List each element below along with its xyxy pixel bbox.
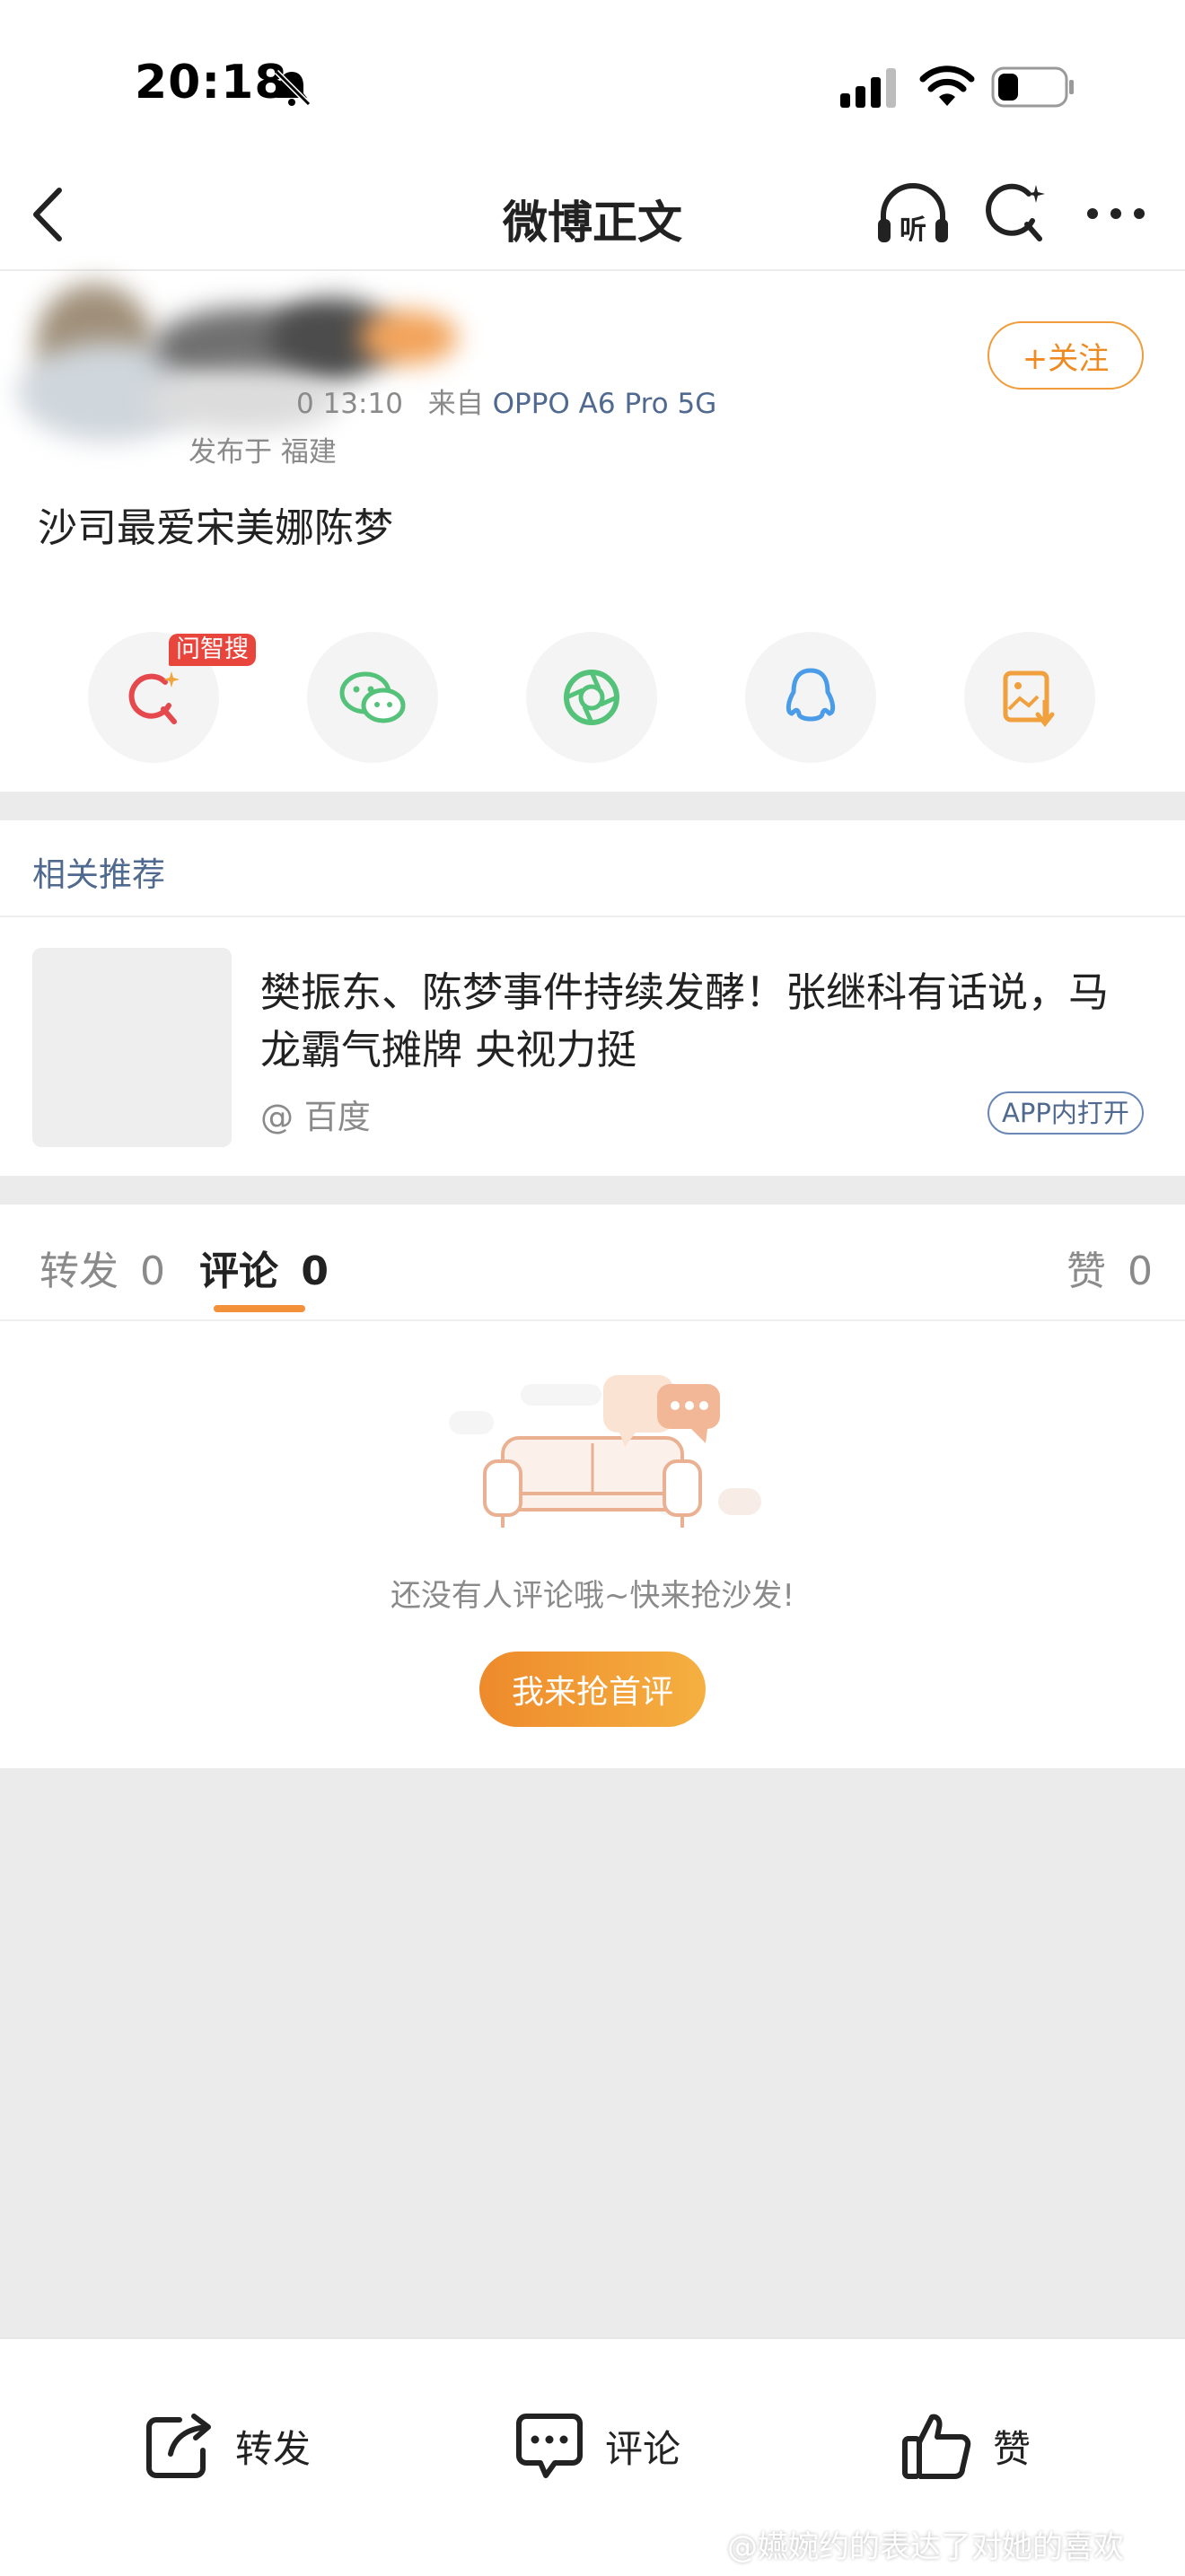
status-time: 20:18 bbox=[135, 56, 288, 110]
tab-count: 0 bbox=[1128, 1249, 1153, 1294]
tab-label: 转发 bbox=[40, 1249, 118, 1294]
repost-icon bbox=[146, 2414, 211, 2478]
ai-search-icon bbox=[128, 671, 180, 724]
related-title[interactable]: 樊振东、陈梦事件持续发酵！张继科有话说，马龙霸气摊牌 央视力挺 bbox=[260, 964, 1122, 1079]
moments-icon bbox=[564, 670, 619, 725]
more-icon[interactable] bbox=[1084, 203, 1147, 224]
tab-comment[interactable]: 评论 0 bbox=[199, 1239, 329, 1296]
tab-repost[interactable]: 转发 0 bbox=[40, 1239, 165, 1296]
like-label: 赞 bbox=[993, 2426, 1031, 2471]
comment-icon bbox=[516, 2414, 583, 2478]
nav-bar: 微博正文 听 bbox=[0, 162, 1185, 271]
status-bar: 20:18 bbox=[0, 0, 1185, 162]
qq-share-button[interactable] bbox=[745, 632, 876, 763]
post-meta: 0 13:10 来自 OPPO A6 Pro 5G bbox=[296, 381, 716, 421]
comment-button[interactable]: 评论 bbox=[514, 2405, 680, 2486]
bell-muted-icon bbox=[274, 69, 312, 107]
related-heading: 相关推荐 bbox=[32, 855, 165, 894]
tab-label: 评论 bbox=[199, 1249, 278, 1294]
save-image-icon bbox=[1003, 670, 1055, 728]
divider bbox=[0, 916, 1185, 917]
svg-text:听: 听 bbox=[900, 215, 926, 246]
cellular-signal-icon bbox=[840, 68, 896, 108]
tab-label: 赞 bbox=[1066, 1249, 1106, 1294]
moments-share-button[interactable] bbox=[526, 632, 657, 763]
ai-search-badge: 问智搜 bbox=[169, 634, 256, 666]
open-in-app-button[interactable]: APP内打开 bbox=[988, 1091, 1144, 1135]
follow-button[interactable]: +关注 bbox=[988, 321, 1144, 390]
search-sparkle-icon[interactable] bbox=[984, 181, 1047, 246]
qq-icon bbox=[786, 668, 836, 722]
source-prefix: 来自 bbox=[427, 388, 484, 420]
related-thumbnail[interactable] bbox=[32, 948, 232, 1147]
source-device[interactable]: OPPO A6 Pro 5G bbox=[493, 388, 717, 420]
related-section: 相关推荐 樊振东、陈梦事件持续发酵！张继科有话说，马龙霸气摊牌 央视力挺 @ 百… bbox=[0, 820, 1185, 1176]
first-comment-button[interactable]: 我来抢首评 bbox=[479, 1652, 706, 1727]
thumbs-up-icon bbox=[902, 2414, 971, 2479]
repost-button[interactable]: 转发 bbox=[144, 2405, 311, 2486]
divider bbox=[0, 1319, 1185, 1321]
weibo-watermark: @嬿婉约的表达了对她的喜欢 bbox=[727, 2529, 1124, 2565]
post-card: +关注 0 13:10 来自 OPPO A6 Pro 5G 发布于 福建 沙司最… bbox=[0, 271, 1185, 792]
comments-section: 转发 0 评论 0 赞 0 还没有人评论哦~快来抢沙发! 我来抢首评 bbox=[0, 1205, 1185, 1768]
empty-sofa-illustration bbox=[449, 1375, 761, 1528]
wechat-share-button[interactable] bbox=[307, 632, 438, 763]
tab-count: 0 bbox=[301, 1249, 329, 1294]
wifi-icon bbox=[919, 66, 975, 106]
repost-label: 转发 bbox=[235, 2426, 312, 2471]
headphones-listen-icon[interactable]: 听 bbox=[874, 180, 952, 251]
post-text: 沙司最爱宋美娜陈梦 bbox=[38, 505, 393, 551]
related-source: @ 百度 bbox=[260, 1098, 371, 1136]
empty-comments-text: 还没有人评论哦~快来抢沙发! bbox=[390, 1578, 795, 1614]
tab-like[interactable]: 赞 0 bbox=[1066, 1239, 1153, 1296]
post-time: 0 13:10 bbox=[296, 388, 403, 420]
wechat-icon bbox=[339, 671, 406, 723]
active-tab-indicator bbox=[214, 1305, 305, 1312]
like-button[interactable]: 赞 bbox=[901, 2405, 1031, 2486]
comment-label: 评论 bbox=[605, 2426, 681, 2471]
post-location: 发布于 福建 bbox=[189, 436, 337, 469]
save-image-share-button[interactable] bbox=[964, 632, 1095, 763]
tab-count: 0 bbox=[140, 1249, 165, 1294]
battery-icon bbox=[991, 66, 1074, 108]
